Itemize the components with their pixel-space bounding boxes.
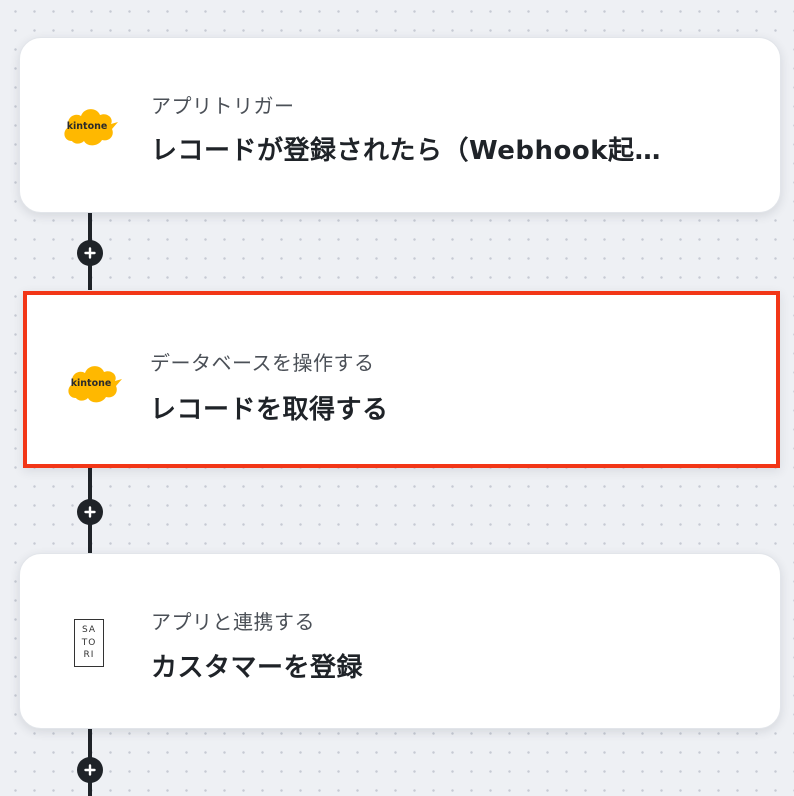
satori-logo-icon: SA TO RI — [60, 618, 118, 668]
kintone-logo-icon: kintone — [60, 101, 118, 151]
add-step-button[interactable] — [77, 240, 103, 266]
kintone-logo-icon: kintone — [64, 358, 122, 408]
step-title: レコードを取得する — [150, 395, 389, 425]
flow-step-register-customer[interactable]: SA TO RI アプリと連携する カスタマーを登録 — [19, 553, 781, 729]
satori-logo-line: RI — [83, 650, 95, 661]
satori-logo-line: TO — [81, 637, 97, 648]
plus-icon — [84, 764, 96, 776]
svg-text:kintone: kintone — [67, 121, 108, 132]
plus-icon — [84, 247, 96, 259]
satori-logo-line: SA — [81, 624, 97, 635]
add-step-button[interactable] — [77, 499, 103, 525]
step-title: レコードが登録されたら（Webhook起… — [151, 136, 662, 166]
add-step-button[interactable] — [77, 757, 103, 783]
flow-step-trigger[interactable]: kintone アプリトリガー レコードが登録されたら（Webhook起… — [19, 37, 781, 213]
flow-step-get-record[interactable]: kintone データベースを操作する レコードを取得する — [23, 291, 780, 468]
step-subtitle: アプリと連携する — [151, 610, 315, 634]
step-subtitle: アプリトリガー — [151, 94, 295, 118]
svg-text:kintone: kintone — [71, 378, 112, 389]
plus-icon — [84, 506, 96, 518]
step-subtitle: データベースを操作する — [150, 351, 375, 375]
step-title: カスタマーを登録 — [151, 653, 364, 683]
